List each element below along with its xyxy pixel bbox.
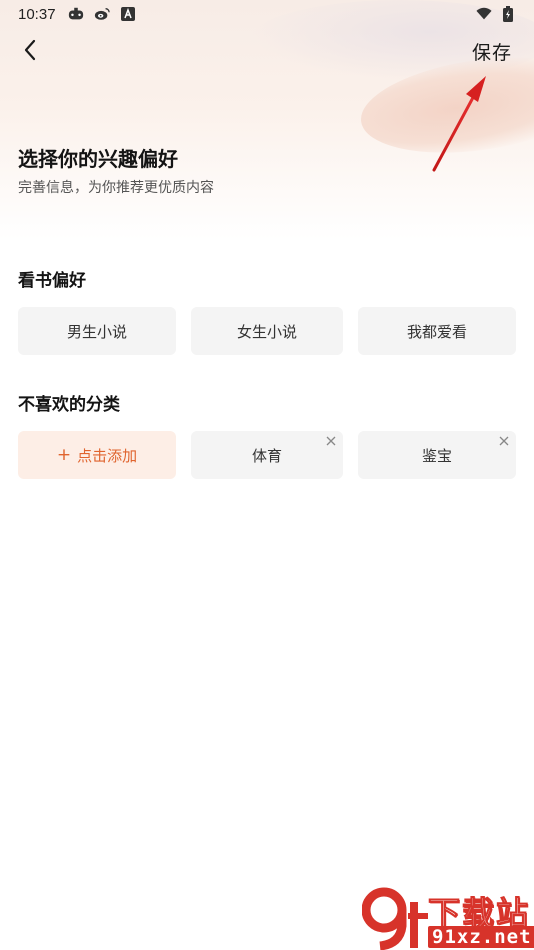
option-label: 我都爱看 — [406, 322, 467, 341]
option-male-novels[interactable]: 男生小说 — [18, 307, 176, 355]
remove-icon[interactable] — [498, 435, 510, 447]
plus-icon: + — [56, 445, 72, 465]
disliked-item-treasure: 鉴宝 — [358, 431, 516, 479]
top-bar: 保存 — [0, 32, 534, 72]
add-category-button[interactable]: + 点击添加 — [18, 431, 176, 479]
option-label: 女生小说 — [236, 322, 297, 341]
remove-icon[interactable] — [325, 435, 337, 447]
weibo-icon — [94, 7, 110, 21]
annotation-arrow — [432, 76, 486, 172]
option-all[interactable]: 我都爱看 — [358, 307, 516, 355]
page-subtitle: 完善信息，为你推荐更优质内容 — [18, 180, 214, 196]
disliked-title: 不喜欢的分类 — [18, 395, 120, 415]
add-category-label: 点击添加 — [77, 446, 138, 465]
page-title: 选择你的兴趣偏好 — [18, 147, 178, 171]
status-bar: 10:37 — [0, 0, 534, 28]
category-label: 体育 — [251, 446, 282, 465]
save-button[interactable]: 保存 — [472, 38, 512, 65]
option-label: 男生小说 — [66, 322, 127, 341]
watermark-url: 91xz.net — [428, 926, 534, 948]
watermark: 下载站 91xz.net — [362, 886, 534, 950]
option-female-novels[interactable]: 女生小说 — [191, 307, 343, 355]
back-button[interactable] — [14, 36, 46, 68]
status-time: 10:37 — [18, 5, 56, 23]
reading-pref-title: 看书偏好 — [18, 271, 86, 291]
watermark-logo — [362, 887, 428, 950]
disliked-item-sports: 体育 — [191, 431, 343, 479]
battery-icon — [500, 6, 516, 22]
category-label: 鉴宝 — [421, 446, 452, 465]
font-a-icon — [120, 7, 136, 21]
wifi-icon — [476, 7, 492, 21]
chevron-left-icon — [23, 39, 37, 65]
game-controller-icon — [68, 7, 84, 21]
